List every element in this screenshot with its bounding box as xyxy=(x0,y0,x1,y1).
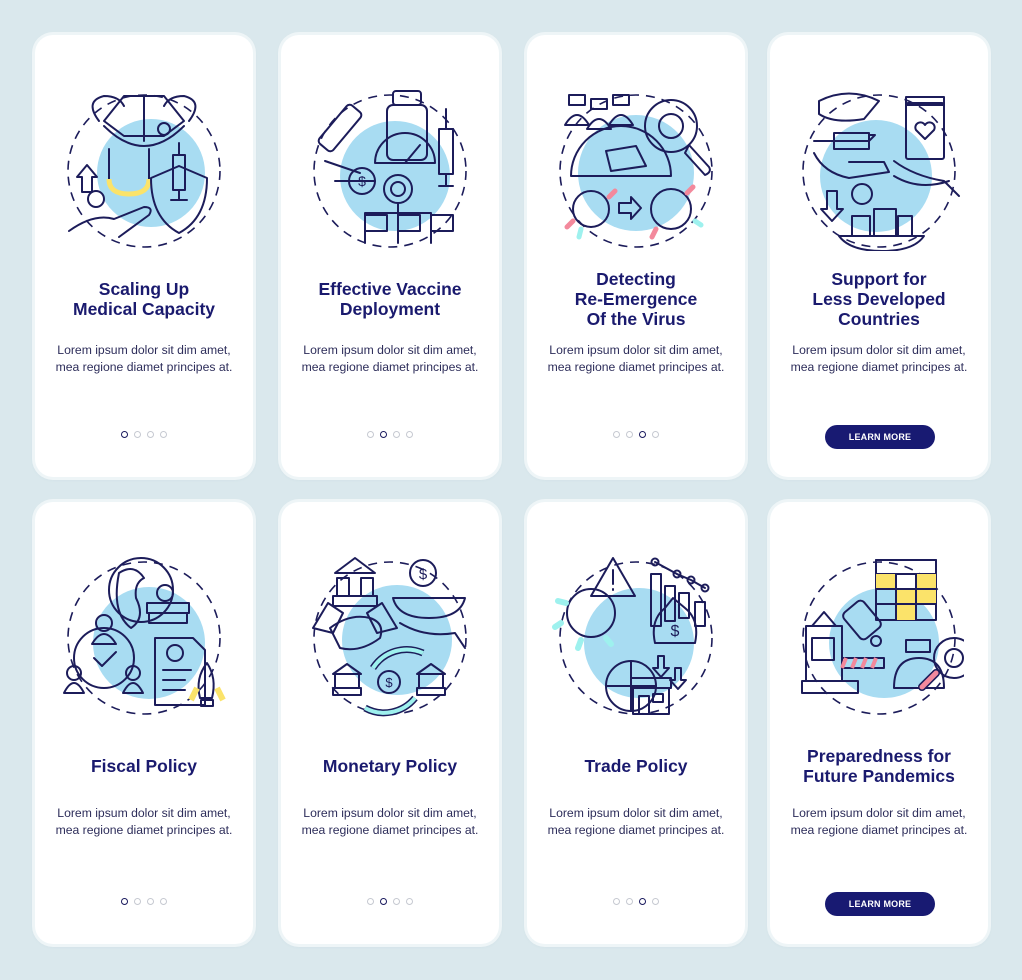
title-line: Monetary Policy xyxy=(322,756,458,776)
onboarding-screen-medical-capacity: Scaling Up Medical Capacity Lorem ipsum … xyxy=(35,35,253,477)
page-dot[interactable] xyxy=(160,431,167,438)
screen-title: Fiscal Policy xyxy=(43,756,245,776)
onboarding-screen-monetary-policy: $ $ Monetary Policy Lorem ipsum dolor si… xyxy=(281,502,499,944)
title-line: Less Developed xyxy=(812,289,946,309)
pandemic-preparedness-icon xyxy=(801,559,964,715)
screen-title: Monetary Policy xyxy=(289,756,491,776)
svg-text:$: $ xyxy=(358,173,366,189)
title-line: Effective Vaccine xyxy=(318,279,462,299)
title-line: Support for xyxy=(831,269,927,289)
developing-countries-support-icon xyxy=(802,92,960,251)
trade-policy-icon: $ xyxy=(552,557,713,715)
screen-description: Lorem ipsum dolor sit dim amet, mea regi… xyxy=(301,806,479,837)
title-line: Countries xyxy=(838,309,920,329)
page-dot[interactable] xyxy=(367,431,374,438)
page-indicator xyxy=(527,431,745,438)
page-dot-active[interactable] xyxy=(380,898,387,905)
page-dot[interactable] xyxy=(367,898,374,905)
page-dot[interactable] xyxy=(134,431,141,438)
page-dot[interactable] xyxy=(406,898,413,905)
title-line: Trade Policy xyxy=(584,756,688,776)
monetary-policy-icon: $ $ xyxy=(312,557,467,717)
page-dot[interactable] xyxy=(613,431,620,438)
svg-text:$: $ xyxy=(419,566,428,583)
page-dot[interactable] xyxy=(147,431,154,438)
page-dot[interactable] xyxy=(406,431,413,438)
title-line: Medical Capacity xyxy=(73,299,215,319)
page-dot[interactable] xyxy=(393,898,400,905)
page-dot[interactable] xyxy=(626,898,633,905)
screen-title: Detecting Re-Emergence Of the Virus xyxy=(535,269,737,329)
page-indicator xyxy=(35,898,253,905)
page-dot[interactable] xyxy=(652,431,659,438)
page-dot[interactable] xyxy=(613,898,620,905)
title-line: Scaling Up xyxy=(98,279,190,299)
screen-title: Effective Vaccine Deployment xyxy=(289,279,491,319)
onboarding-screen-pandemic-preparedness: Preparedness for Future Pandemics Lorem … xyxy=(770,502,988,944)
screen-title: Scaling Up Medical Capacity xyxy=(43,279,245,319)
screen-description: Lorem ipsum dolor sit dim amet, mea regi… xyxy=(301,343,479,374)
title-line: Of the Virus xyxy=(586,309,686,329)
page-indicator xyxy=(35,431,253,438)
title-line: Future Pandemics xyxy=(803,766,955,786)
page-dot[interactable] xyxy=(160,898,167,905)
page-dot-active[interactable] xyxy=(121,431,128,438)
page-dot-active[interactable] xyxy=(639,431,646,438)
screen-description: Lorem ipsum dolor sit dim amet, mea regi… xyxy=(790,343,968,374)
page-indicator xyxy=(281,898,499,905)
page-dot-active[interactable] xyxy=(121,898,128,905)
onboarding-screen-vaccine-deployment: $ Effective Vaccine Deployment Lorem ips… xyxy=(281,35,499,477)
learn-more-button[interactable]: LEARN MORE xyxy=(825,425,935,449)
onboarding-screen-fiscal-policy: Fiscal Policy Lorem ipsum dolor sit dim … xyxy=(35,502,253,944)
vaccine-deployment-icon: $ xyxy=(313,90,467,248)
screen-description: Lorem ipsum dolor sit dim amet, mea regi… xyxy=(55,343,233,374)
svg-text:$: $ xyxy=(671,623,680,640)
page-dot[interactable] xyxy=(393,431,400,438)
screen-description: Lorem ipsum dolor sit dim amet, mea regi… xyxy=(55,806,233,837)
page-dot[interactable] xyxy=(626,431,633,438)
virus-detection-icon xyxy=(559,94,713,248)
page-indicator xyxy=(527,898,745,905)
screen-title: Support for Less Developed Countries xyxy=(778,269,980,329)
page-dot-active[interactable] xyxy=(639,898,646,905)
fiscal-policy-icon xyxy=(63,557,226,715)
screen-description: Lorem ipsum dolor sit dim amet, mea regi… xyxy=(790,806,968,837)
page-dot[interactable] xyxy=(147,898,154,905)
onboarding-screen-developing-countries: Support for Less Developed Countries Lor… xyxy=(770,35,988,477)
title-line: Re-Emergence xyxy=(574,289,698,309)
onboarding-screen-virus-detection: Detecting Re-Emergence Of the Virus Lore… xyxy=(527,35,745,477)
title-line: Detecting xyxy=(596,269,676,289)
page-dot-active[interactable] xyxy=(380,431,387,438)
learn-more-button[interactable]: LEARN MORE xyxy=(825,892,935,916)
title-line: Preparedness for xyxy=(807,746,951,766)
screen-description: Lorem ipsum dolor sit dim amet, mea regi… xyxy=(547,806,725,837)
screen-title: Preparedness for Future Pandemics xyxy=(778,746,980,786)
title-line: Deployment xyxy=(339,299,441,319)
screen-description: Lorem ipsum dolor sit dim amet, mea regi… xyxy=(547,343,725,374)
page-dot[interactable] xyxy=(134,898,141,905)
svg-text:$: $ xyxy=(385,675,393,690)
title-line: Fiscal Policy xyxy=(90,756,198,776)
medical-capacity-icon xyxy=(67,94,221,248)
page-indicator xyxy=(281,431,499,438)
onboarding-screen-trade-policy: $ Trade Policy Lorem ipsum dolor sit dim… xyxy=(527,502,745,944)
screen-title: Trade Policy xyxy=(535,756,737,776)
page-dot[interactable] xyxy=(652,898,659,905)
